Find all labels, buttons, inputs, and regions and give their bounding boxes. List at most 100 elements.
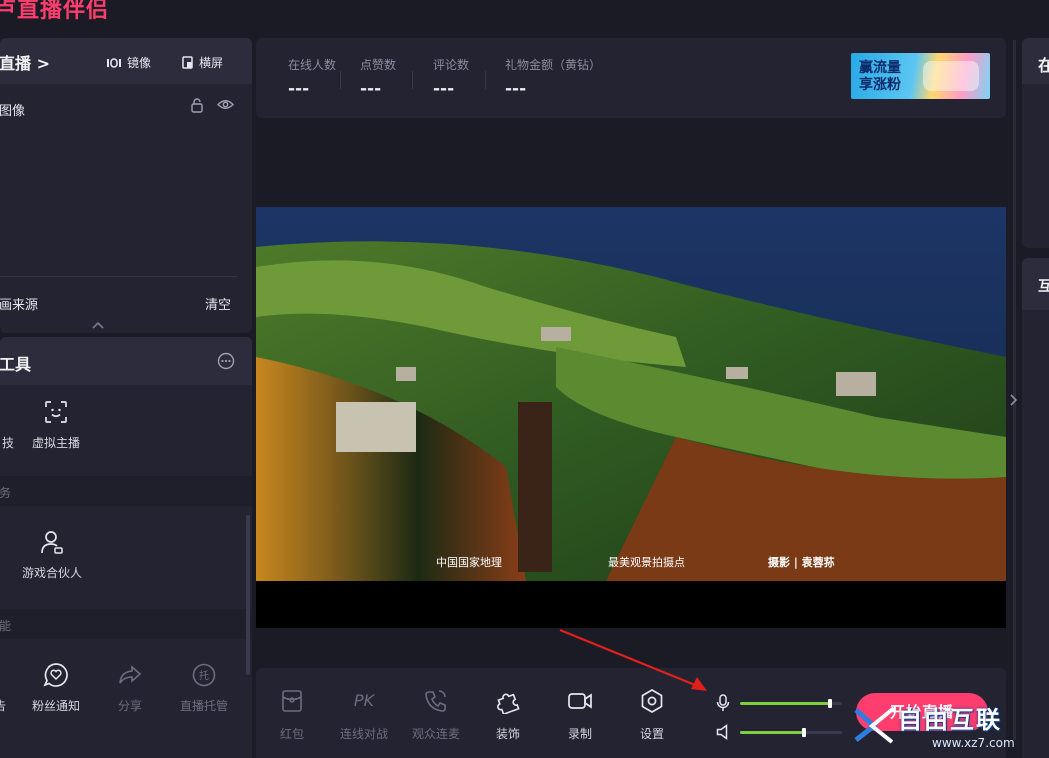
heart-chat-icon [43,663,68,687]
tool-label: 粉丝通知 [31,699,80,713]
stats-bar: 在线人数 --- 点赞数 --- 评论数 --- 礼物金额（黄钻） --- 赢流… [256,38,1006,118]
microphone-icon[interactable] [716,694,730,712]
stat-label: 点赞数 [360,58,397,72]
mic-volume-fill [740,701,830,705]
scene-panel: 直播 > 镜像 横屏 图像 画来源 清空 [0,38,252,333]
eye-icon[interactable] [217,98,234,111]
tool-game-partner[interactable]: 游戏合伙人 [12,529,92,581]
panel-title: 在 [1038,56,1049,75]
tool-label: 分享 [117,699,142,713]
control-label: 装饰 [495,727,520,741]
lock-icon[interactable] [190,98,204,113]
speaker-volume-slider[interactable] [740,727,842,737]
pk-battle-button[interactable]: PK 连线对战 [334,688,394,742]
tools-header: 工具 [0,337,252,385]
caption-right: 摄影 | 袁蓉荪 [768,556,835,569]
online-users-panel: 在 [1022,38,1049,248]
stat-value: --- [360,79,382,99]
tools-title: 工具 [0,355,32,374]
tool-label: 告 [0,699,6,713]
preview-image [256,207,1006,581]
speaker-volume [716,724,842,740]
section-label-tasks: 务 [0,486,12,500]
watermark-url: www.xz7.com [932,736,1015,750]
mirror-label: 镜像 [127,56,152,70]
share-icon [119,665,142,684]
stat-label: 评论数 [433,58,470,72]
tools-panel: 工具 技 虚拟主播 务 游戏合伙人 能 告 粉丝通知 分享 托 直播托管 [0,337,252,758]
puzzle-icon [497,693,520,714]
pk-icon: PK [353,691,375,710]
layer-actions [190,98,234,113]
watermark-logo: 自由互联 www.xz7.com [852,696,1049,758]
chevron-right-icon[interactable] [1009,393,1019,407]
tool-hosting[interactable]: 托 直播托管 [164,662,244,714]
speaker-volume-knob[interactable] [802,727,807,737]
divider [485,71,486,89]
stat-value: --- [433,79,455,99]
stat-label: 礼物金额（黄钻） [505,58,602,72]
hosting-icon: 托 [192,663,216,687]
control-label: 设置 [639,727,664,741]
interaction-panel: 互 [1022,258,1049,758]
divider [412,71,413,89]
more-icon[interactable] [217,352,235,370]
stat-online: 在线人数 --- [288,56,336,99]
panel-header: 在 [1022,38,1049,84]
audience-mic-button[interactable]: 观众连麦 [406,688,466,742]
tool-fan-notify[interactable]: 粉丝通知 [16,662,96,714]
watermark-title: 自由互联 [898,706,1002,734]
scrollbar[interactable] [246,515,250,675]
panel-header: 互 [1022,258,1049,310]
layer-item-name[interactable]: 图像 [0,100,25,119]
phone-link-icon [425,690,446,712]
svg-text:托: 托 [199,669,209,682]
control-label: 连线对战 [339,727,388,741]
stat-label: 在线人数 [288,58,337,72]
app-title: 卢直播伴侣 [0,0,110,23]
live-preview[interactable]: 中国国家地理 最美观景拍摄点 摄影 | 袁蓉荪 [256,207,1006,628]
mirror-button[interactable]: 镜像 [106,54,151,71]
tool-label: 直播托管 [179,699,228,713]
landscape-icon [182,56,193,69]
divider [340,71,341,89]
face-scan-icon [45,401,67,423]
tool-virtual-anchor[interactable]: 虚拟主播 [16,399,96,451]
promo-line-2: 享涨粉 [859,77,901,93]
landscape-button[interactable]: 横屏 [182,54,223,71]
tool-label: 技 [1,436,14,450]
mirror-icon [107,57,121,68]
mic-volume [716,694,842,712]
user-icon [41,531,63,554]
promo-banner[interactable]: 赢流量 享涨粉 [851,53,990,99]
watermark-x-icon [854,706,896,744]
decorate-button[interactable]: 装饰 [478,688,538,742]
stat-gifts: 礼物金额（黄钻） --- [505,56,601,99]
promo-badge-image [923,61,979,91]
control-label: 观众连麦 [411,727,460,741]
promo-text: 赢流量 享涨粉 [859,60,901,94]
control-label: 录制 [567,727,592,741]
tool-label: 游戏合伙人 [21,566,82,580]
stat-comments: 评论数 --- [433,56,469,99]
annotation-arrow [559,628,707,691]
tool-share[interactable]: 分享 [90,662,170,714]
panel-title: 互 [1038,279,1049,295]
red-packet-button[interactable]: 红包 [262,688,322,742]
add-source-label[interactable]: 画来源 [0,294,38,313]
record-button[interactable]: 录制 [550,688,610,742]
promo-line-1: 赢流量 [859,60,901,76]
scene-title[interactable]: 直播 > [0,50,50,74]
landscape-label: 横屏 [199,56,224,70]
scene-panel-header: 直播 > 镜像 横屏 [0,38,252,84]
tool-label: 虚拟主播 [31,436,80,450]
scrollbar[interactable] [1013,40,1016,740]
chevron-up-icon[interactable] [91,321,105,329]
clear-button[interactable]: 清空 [205,294,231,313]
section-strip [0,476,252,506]
mic-volume-slider[interactable] [740,698,842,708]
mic-volume-knob[interactable] [827,698,832,708]
speaker-icon[interactable] [716,724,730,740]
speaker-volume-fill [740,730,805,734]
settings-button[interactable]: 设置 [622,688,682,742]
